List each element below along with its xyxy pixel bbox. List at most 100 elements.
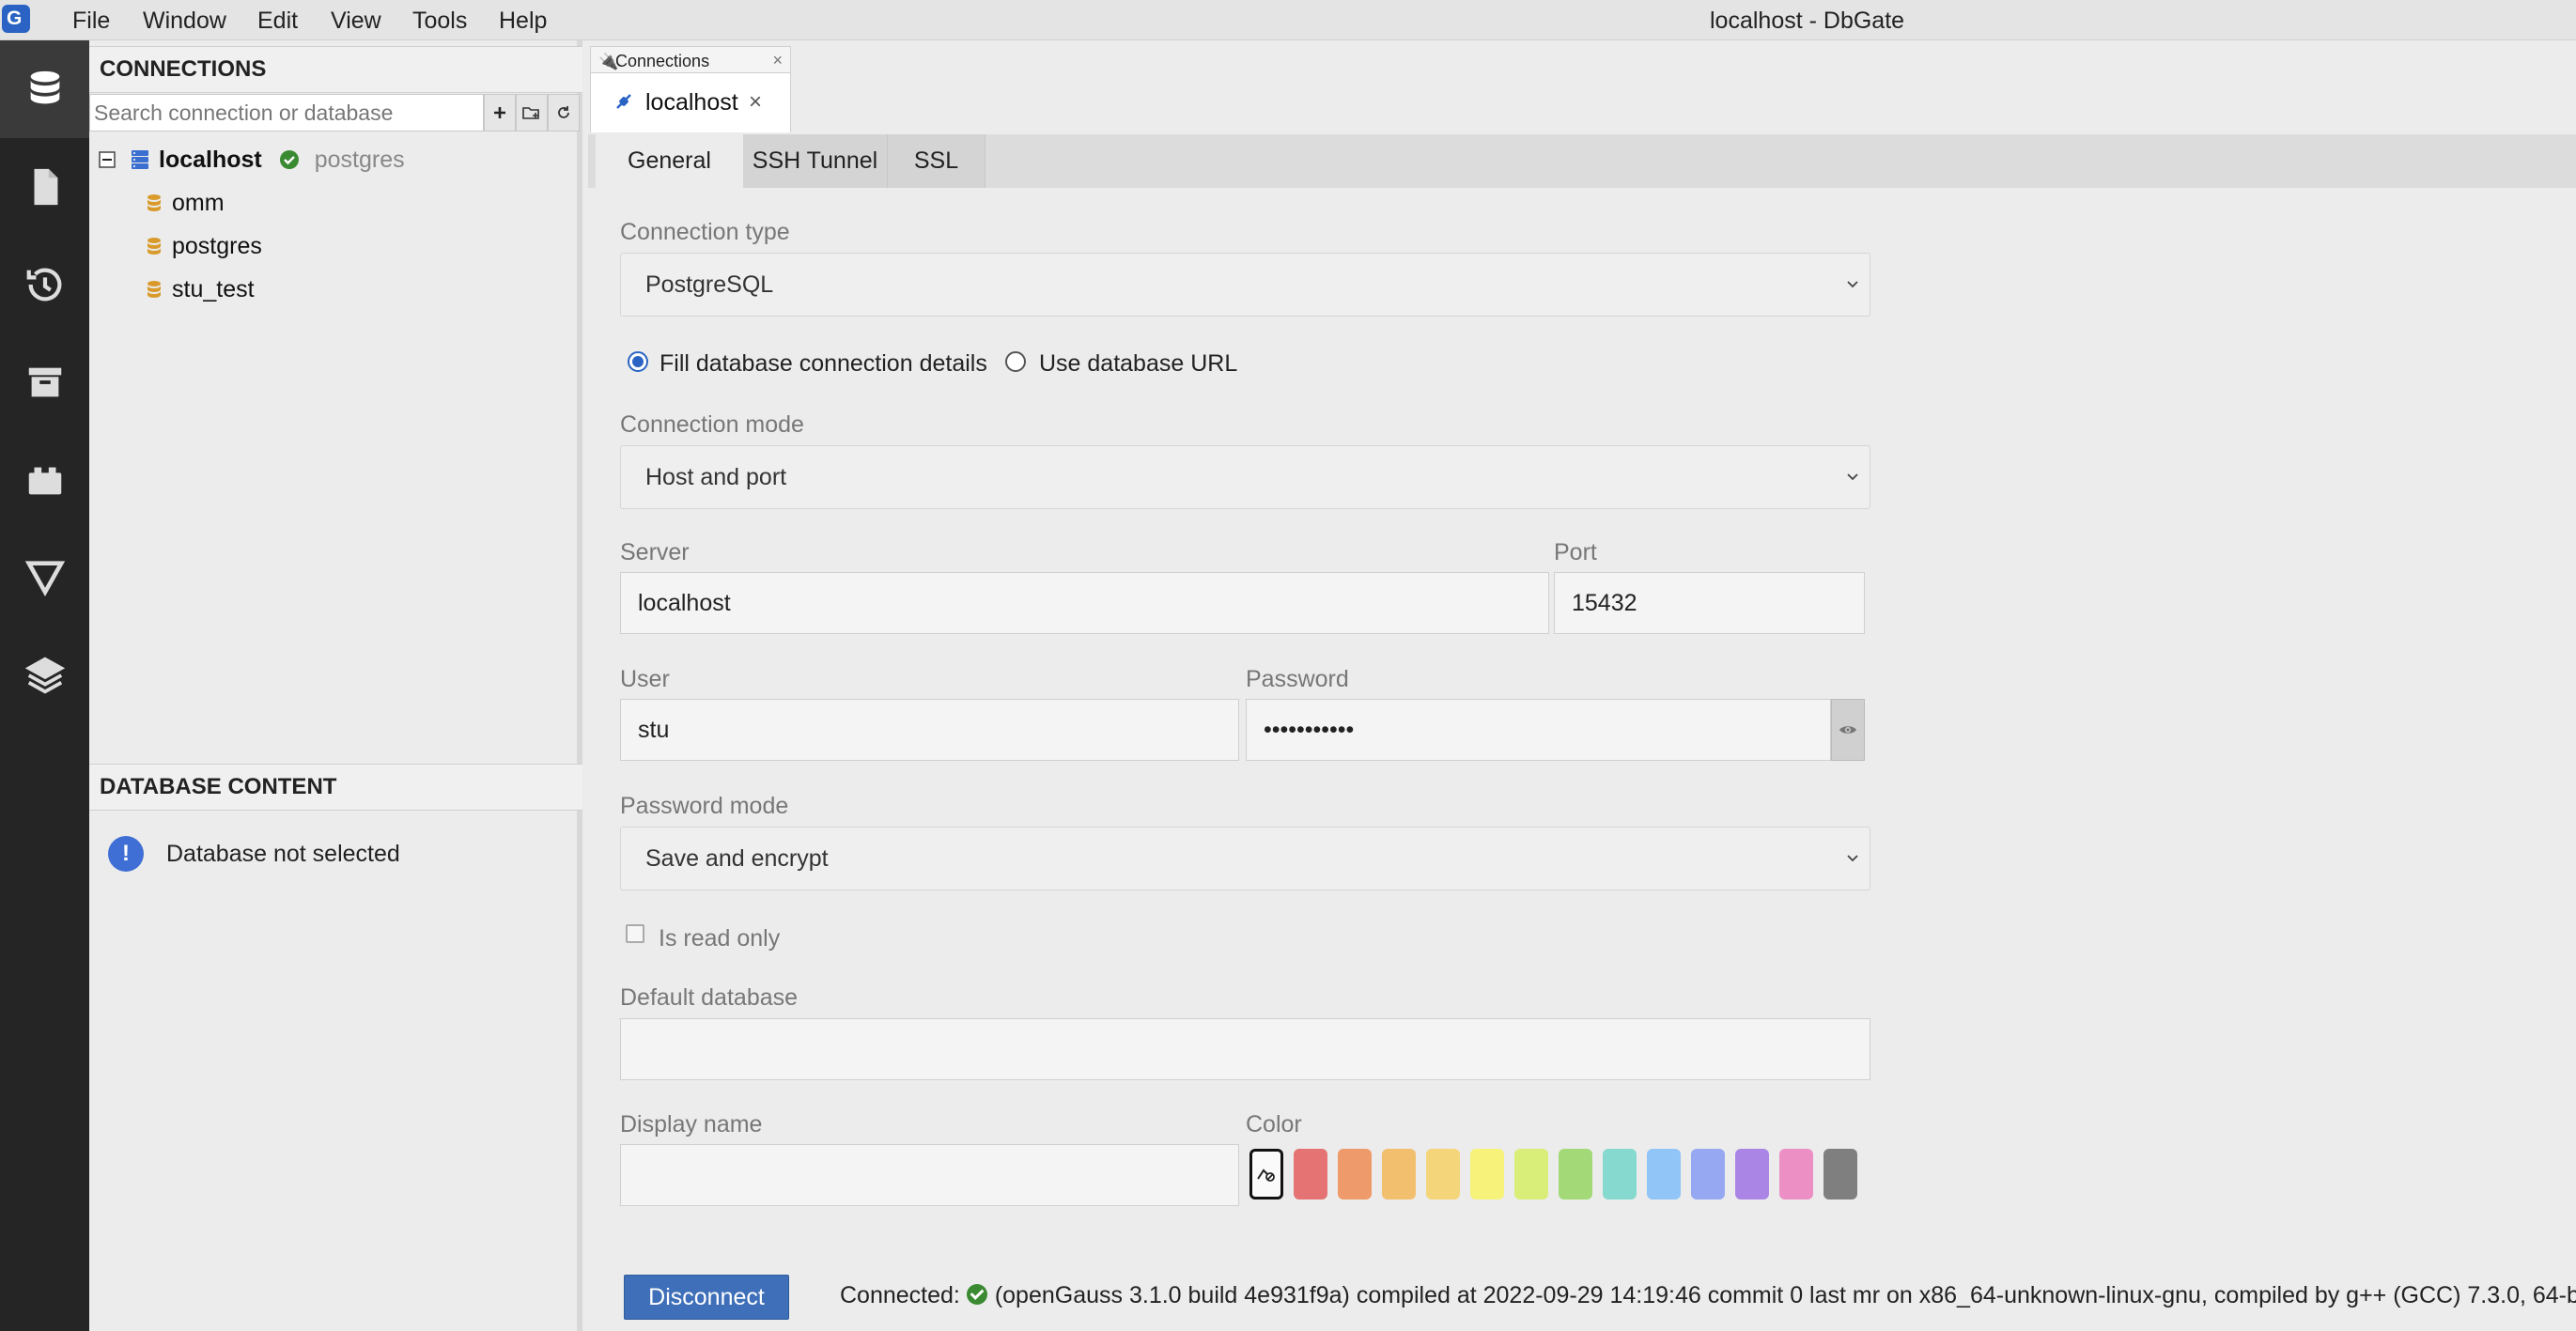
color-swatch[interactable] (1691, 1149, 1725, 1199)
connection-mode-label: Connection mode (620, 411, 804, 438)
color-swatch[interactable] (1382, 1149, 1416, 1199)
connection-type-value: PostgreSQL (645, 271, 774, 298)
status-detail: (openGauss 3.1.0 build 4e931f9a) compile… (994, 1282, 2576, 1308)
menu-view[interactable]: View (331, 8, 381, 34)
database-icon (147, 281, 161, 298)
no-color-swatch[interactable] (1249, 1149, 1283, 1199)
color-label: Color (1246, 1111, 1302, 1138)
port-field[interactable]: 15432 (1554, 572, 1865, 634)
status-prefix: Connected: (840, 1282, 960, 1308)
tab-general[interactable]: General (596, 134, 743, 188)
plug-icon: 🔌 (598, 53, 619, 70)
server-icon (132, 150, 148, 169)
tree-db-postgres[interactable]: postgres (146, 227, 262, 265)
database-icon (147, 238, 161, 255)
folder-plus-icon (522, 107, 539, 119)
plugin-icon[interactable] (0, 431, 89, 529)
close-icon[interactable]: × (772, 51, 783, 70)
menu-window[interactable]: Window (143, 8, 226, 34)
plug-icon (616, 94, 631, 109)
show-password-button[interactable] (1831, 699, 1865, 761)
app-logo-icon: G (2, 5, 30, 33)
color-swatch[interactable] (1426, 1149, 1460, 1199)
password-mode-value: Save and encrypt (645, 844, 829, 872)
color-swatch[interactable] (1735, 1149, 1769, 1199)
fill-details-label: Fill database connection details (660, 350, 987, 377)
read-only-label: Is read only (659, 925, 781, 952)
archive-icon[interactable] (0, 333, 89, 431)
color-swatch[interactable] (1603, 1149, 1637, 1199)
close-icon[interactable]: × (749, 89, 762, 116)
menu-file[interactable]: File (72, 8, 110, 34)
tree-server-row[interactable]: localhost postgres (99, 141, 405, 178)
document-tabs: 🔌 Connections × localhost × (588, 40, 2576, 132)
default-database-field[interactable] (620, 1018, 1870, 1080)
tab-localhost[interactable]: localhost × (590, 72, 791, 132)
main-area: 🔌 Connections × localhost × General SSH … (588, 40, 2576, 1331)
connection-status: Connected: (openGauss 3.1.0 build 4e931f… (840, 1282, 2576, 1309)
password-field[interactable]: ••••••••••• (1246, 699, 1831, 761)
password-mode-label: Password mode (620, 793, 789, 819)
default-database-label: Default database (620, 984, 799, 1011)
plus-icon (494, 107, 505, 118)
server-engine-hint: postgres (314, 146, 405, 173)
menu-help[interactable]: Help (499, 8, 547, 34)
database-icon[interactable] (0, 40, 89, 138)
menu-edit[interactable]: Edit (257, 8, 298, 34)
color-swatch[interactable] (1514, 1149, 1548, 1199)
color-swatch[interactable] (1338, 1149, 1372, 1199)
database-icon (147, 194, 161, 211)
server-field[interactable]: localhost (620, 572, 1549, 634)
user-label: User (620, 666, 670, 692)
color-swatch[interactable] (1647, 1149, 1681, 1199)
db-label: omm (172, 189, 225, 216)
tab-ssl[interactable]: SSL (888, 134, 985, 188)
connected-check-icon (279, 150, 299, 169)
server-label: localhost (159, 146, 262, 173)
layers-icon[interactable] (0, 627, 89, 724)
fill-details-radio[interactable] (628, 351, 648, 372)
window-title: localhost - DbGate (1710, 8, 1905, 34)
database-content-header: DATABASE CONTENT (89, 764, 582, 811)
disconnect-button[interactable]: Disconnect (624, 1275, 789, 1320)
collapse-icon[interactable] (99, 151, 116, 168)
display-name-field[interactable] (620, 1144, 1239, 1206)
menu-tools[interactable]: Tools (412, 8, 467, 34)
read-only-checkbox[interactable] (626, 924, 644, 943)
add-connection-button[interactable] (484, 94, 516, 132)
history-icon[interactable] (0, 236, 89, 333)
user-field[interactable]: stu (620, 699, 1239, 761)
filter-icon[interactable] (0, 529, 89, 627)
refresh-button[interactable] (548, 94, 580, 132)
connection-type-select[interactable]: PostgreSQL (620, 253, 1870, 317)
info-icon: ! (108, 836, 144, 872)
connection-mode-select[interactable]: Host and port (620, 445, 1870, 509)
menu-bar: G File Window Edit View Tools Help local… (0, 0, 2576, 40)
tree-db-stu-test[interactable]: stu_test (146, 271, 255, 308)
use-url-radio[interactable] (1005, 351, 1026, 372)
color-swatch[interactable] (1779, 1149, 1813, 1199)
status-ok-icon (966, 1284, 987, 1305)
color-swatch[interactable] (1470, 1149, 1504, 1199)
chevron-down-icon (1847, 855, 1858, 862)
tab-label: Connections (615, 52, 710, 70)
chevron-down-icon (1847, 281, 1858, 288)
file-icon[interactable] (0, 138, 89, 236)
color-swatch[interactable] (1823, 1149, 1857, 1199)
add-folder-button[interactable] (516, 94, 548, 132)
color-swatch[interactable] (1559, 1149, 1592, 1199)
search-input[interactable] (89, 94, 484, 132)
tab-ssh-tunnel[interactable]: SSH Tunnel (743, 134, 888, 188)
db-label: postgres (172, 232, 262, 259)
tab-label: localhost (645, 89, 738, 116)
color-swatch[interactable] (1294, 1149, 1327, 1199)
activity-bar (0, 40, 89, 1331)
chevron-down-icon (1847, 473, 1858, 481)
eye-icon (1839, 726, 1856, 734)
use-url-label: Use database URL (1039, 350, 1238, 377)
password-mode-select[interactable]: Save and encrypt (620, 827, 1870, 890)
form-tabs: General SSH Tunnel SSL (588, 134, 2576, 188)
no-color-icon (1257, 1168, 1275, 1182)
db-not-selected-message: Database not selected (166, 841, 400, 867)
tree-db-omm[interactable]: omm (146, 184, 225, 222)
